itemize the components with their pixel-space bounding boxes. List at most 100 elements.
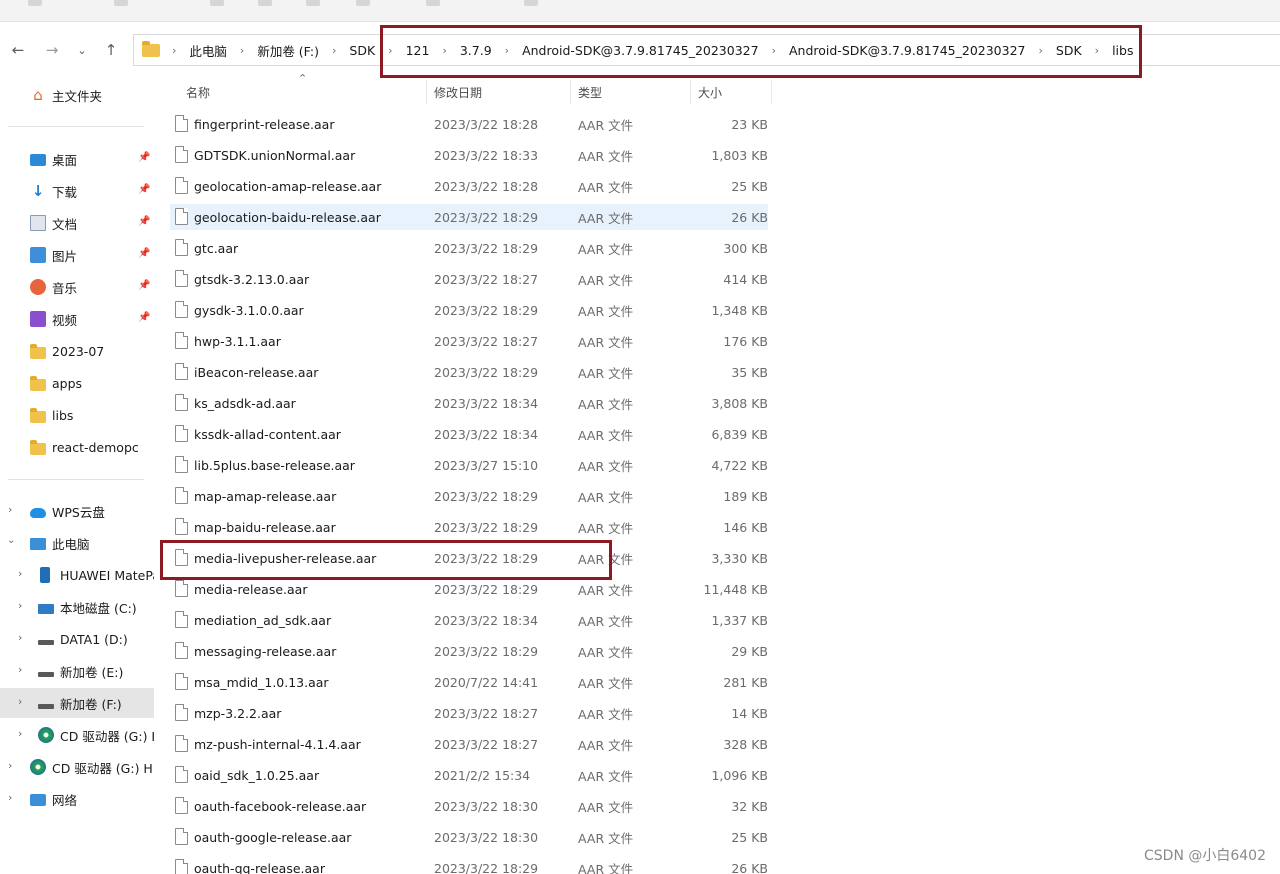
chevron-right-icon[interactable]: › (8, 503, 12, 516)
ribbon-button-fragment[interactable] (210, 0, 224, 6)
pin-icon[interactable]: 📌 (138, 152, 150, 163)
sidebar-item-huawei-matepad[interactable]: › HUAWEI MatePad (0, 561, 154, 589)
up-button[interactable]: ↑ (100, 39, 122, 61)
ribbon-button-fragment[interactable] (356, 0, 370, 6)
breadcrumb-item[interactable]: Android-SDK@3.7.9.81745_20230327 (789, 43, 1026, 58)
chevron-down-icon[interactable]: ⌄ (7, 535, 15, 546)
forward-button[interactable]: → (41, 39, 63, 61)
sidebar-item-folder-libs[interactable]: libs (0, 401, 154, 429)
pin-icon[interactable]: 📌 (138, 216, 150, 227)
sidebar-item-home[interactable]: ⌂ 主文件夹 (0, 81, 154, 109)
pin-icon[interactable]: 📌 (138, 312, 150, 323)
ribbon-button-fragment[interactable] (524, 0, 538, 6)
breadcrumb-separator-icon[interactable]: › (172, 44, 176, 57)
sidebar-item-this-pc[interactable]: ⌄ 此电脑 (0, 529, 154, 557)
breadcrumb-separator-icon[interactable]: › (332, 44, 336, 57)
breadcrumb-item[interactable]: SDK (349, 43, 375, 58)
file-row[interactable]: map-baidu-release.aar 2023/3/22 18:29 AAR … (170, 514, 768, 540)
file-row[interactable]: oauth-qq-release.aar 2023/3/22 18:29 AAR 文… (170, 855, 768, 874)
breadcrumb-separator-icon[interactable]: › (505, 44, 509, 57)
sidebar-item-music[interactable]: 音乐 📌 (0, 273, 154, 301)
file-row[interactable]: GDTSDK.unionNormal.aar 2023/3/22 18:33 AAR… (170, 142, 768, 168)
breadcrumb-separator-icon[interactable]: › (772, 44, 776, 57)
column-resize-handle[interactable] (690, 80, 691, 104)
sidebar-item-cd-drive-g[interactable]: › CD 驱动器 (G:) HiSuite (0, 721, 154, 749)
file-row[interactable]: mz-push-internal-4.1.4.aar 2023/3/22 18:2… (170, 731, 768, 757)
chevron-right-icon[interactable]: › (18, 631, 22, 644)
file-row[interactable]: media-livepusher-release.aar 2023/3/22 18… (170, 545, 768, 571)
breadcrumb-item[interactable]: 此电脑 (189, 41, 227, 60)
ribbon-button-fragment[interactable] (28, 0, 42, 6)
file-row[interactable]: oauth-facebook-release.aar 2023/3/22 18:3… (170, 793, 768, 819)
sidebar-item-documents[interactable]: 文档 📌 (0, 209, 154, 237)
breadcrumb-item[interactable]: libs (1112, 43, 1133, 58)
column-header-type[interactable]: 类型 (578, 78, 602, 106)
file-row[interactable]: messaging-release.aar 2023/3/22 18:29 AAR … (170, 638, 768, 664)
sidebar-item-network[interactable]: › 网络 (0, 785, 154, 813)
chevron-right-icon[interactable]: › (18, 567, 22, 580)
file-row[interactable]: lib.5plus.base-release.aar 2023/3/27 15:1… (170, 452, 768, 478)
breadcrumb-item[interactable]: 3.7.9 (460, 43, 492, 58)
file-row[interactable]: oauth-google-release.aar 2023/3/22 18:30 A… (170, 824, 768, 850)
chevron-right-icon[interactable]: › (18, 727, 22, 740)
sidebar-item-desktop[interactable]: 桌面 📌 (0, 145, 154, 173)
sidebar-item-folder-react-demopc[interactable]: react-demopc (0, 433, 154, 461)
file-row[interactable]: mzp-3.2.2.aar 2023/3/22 18:27 AAR 文件 14 KB (170, 700, 768, 726)
ribbon-button-fragment[interactable] (426, 0, 440, 6)
sidebar-item-videos[interactable]: 视频 📌 (0, 305, 154, 333)
chevron-right-icon[interactable]: › (18, 663, 22, 676)
column-resize-handle[interactable] (570, 80, 571, 104)
sidebar-item-drive-c[interactable]: › 本地磁盘 (C:) (0, 593, 154, 621)
sidebar-item-folder-2023-07[interactable]: 2023-07 (0, 337, 154, 365)
breadcrumb-separator-icon[interactable]: › (1039, 44, 1043, 57)
chevron-right-icon[interactable]: › (18, 599, 22, 612)
file-row[interactable]: hwp-3.1.1.aar 2023/3/22 18:27 AAR 文件 176 KB (170, 328, 768, 354)
address-bar[interactable]: › 此电脑 › 新加卷 (F:) › SDK › 121 › 3.7.9 › A… (133, 34, 1280, 66)
file-row[interactable]: map-amap-release.aar 2023/3/22 18:29 AAR 文… (170, 483, 768, 509)
chevron-right-icon[interactable]: › (8, 759, 12, 772)
column-resize-handle[interactable] (426, 80, 427, 104)
sidebar-item-downloads[interactable]: ↓ 下载 📌 (0, 177, 154, 205)
breadcrumb-separator-icon[interactable]: › (388, 44, 392, 57)
file-row[interactable]: fingerprint-release.aar 2023/3/22 18:28 AA… (170, 111, 768, 137)
file-row[interactable]: kssdk-allad-content.aar 2023/3/22 18:34 AA… (170, 421, 768, 447)
file-row[interactable]: geolocation-baidu-release.aar 2023/3/22 1… (170, 204, 768, 230)
column-header-name[interactable]: 名称 (186, 78, 210, 106)
chevron-right-icon[interactable]: › (18, 695, 22, 708)
ribbon-button-fragment[interactable] (306, 0, 320, 6)
sidebar-item-drive-d[interactable]: › DATA1 (D:) (0, 625, 154, 653)
ribbon-button-fragment[interactable] (258, 0, 272, 6)
breadcrumb-item[interactable]: SDK (1056, 43, 1082, 58)
file-row[interactable]: ks_adsdk-ad.aar 2023/3/22 18:34 AAR 文件 3,80… (170, 390, 768, 416)
breadcrumb-item[interactable]: 新加卷 (F:) (257, 41, 319, 60)
breadcrumb-item[interactable]: Android-SDK@3.7.9.81745_20230327 (522, 43, 759, 58)
pin-icon[interactable]: 📌 (138, 280, 150, 291)
chevron-right-icon[interactable]: › (8, 791, 12, 804)
file-row[interactable]: gysdk-3.1.0.0.aar 2023/3/22 18:29 AAR 文件 1,… (170, 297, 768, 323)
breadcrumb-item[interactable]: 121 (406, 43, 430, 58)
file-row[interactable]: oaid_sdk_1.0.25.aar 2021/2/2 15:34 AAR 文件 1… (170, 762, 768, 788)
file-row[interactable]: media-release.aar 2023/3/22 18:29 AAR 文件 11… (170, 576, 768, 602)
column-header-date[interactable]: 修改日期 (434, 78, 482, 106)
file-row[interactable]: mediation_ad_sdk.aar 2023/3/22 18:34 AAR 文… (170, 607, 768, 633)
pin-icon[interactable]: 📌 (138, 248, 150, 259)
pin-icon[interactable]: 📌 (138, 184, 150, 195)
sidebar-item-drive-f[interactable]: › 新加卷 (F:) (0, 688, 154, 718)
recent-locations-button[interactable]: ⌄ (71, 39, 93, 61)
column-resize-handle[interactable] (771, 80, 772, 104)
back-button[interactable]: ← (7, 39, 29, 61)
breadcrumb-separator-icon[interactable]: › (240, 44, 244, 57)
file-row[interactable]: iBeacon-release.aar 2023/3/22 18:29 AAR 文件… (170, 359, 768, 385)
breadcrumb-separator-icon[interactable]: › (442, 44, 446, 57)
column-header-size[interactable]: 大小 (698, 78, 722, 106)
sidebar-item-folder-apps[interactable]: apps (0, 369, 154, 397)
breadcrumb-separator-icon[interactable]: › (1095, 44, 1099, 57)
file-row[interactable]: msa_mdid_1.0.13.aar 2020/7/22 14:41 AAR 文件… (170, 669, 768, 695)
file-row[interactable]: gtc.aar 2023/3/22 18:29 AAR 文件 300 KB (170, 235, 768, 261)
ribbon-button-fragment[interactable] (114, 0, 128, 6)
sidebar-item-drive-e[interactable]: › 新加卷 (E:) (0, 657, 154, 685)
sidebar-item-wps-cloud[interactable]: › WPS云盘 (0, 497, 154, 525)
file-row[interactable]: gtsdk-3.2.13.0.aar 2023/3/22 18:27 AAR 文件 4… (170, 266, 768, 292)
sidebar-item-cd-drive-g-root[interactable]: › CD 驱动器 (G:) HiSuite (0, 753, 154, 781)
file-row[interactable]: geolocation-amap-release.aar 2023/3/22 18… (170, 173, 768, 199)
